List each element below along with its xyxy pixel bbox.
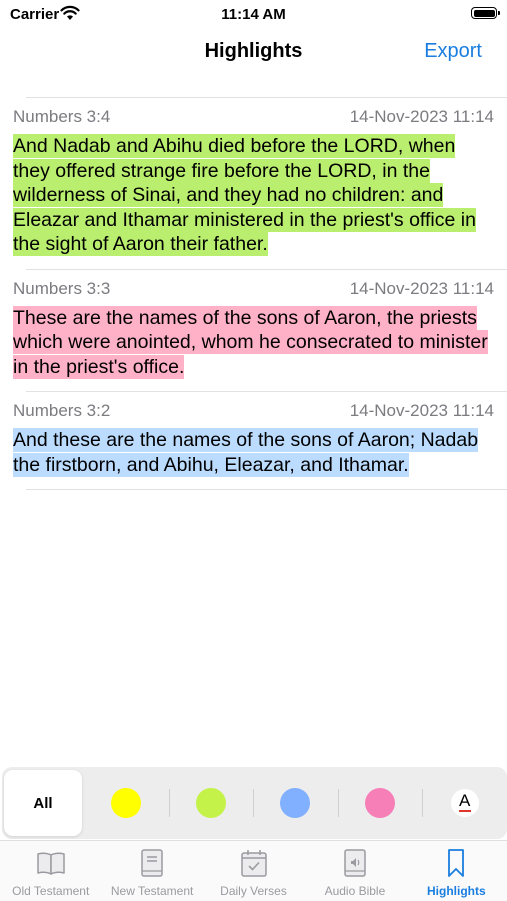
status-bar: Carrier 11:14 AM (0, 0, 507, 30)
tab-audio-bible[interactable]: Audio Bible (304, 841, 405, 901)
speaker-book-icon (344, 849, 366, 877)
highlighted-verse-text: These are the names of the sons of Aaron… (13, 305, 488, 379)
highlight-timestamp: 14-Nov-2023 11:14 (349, 401, 494, 420)
filter-pink-button[interactable] (337, 767, 423, 839)
battery-icon (471, 7, 500, 19)
color-filter-bar: All A (2, 767, 507, 839)
calendar-check-icon (240, 850, 267, 877)
export-button[interactable]: Export (424, 40, 482, 63)
filter-all-label: All (33, 794, 53, 812)
filter-all-button[interactable]: All (4, 770, 82, 836)
tab-daily-verses[interactable]: Daily Verses (203, 841, 304, 901)
tab-old-testament[interactable]: Old Testament (0, 841, 101, 901)
verse-reference: Numbers 3:3 (13, 278, 111, 298)
verse-reference: Numbers 3:4 (13, 107, 111, 126)
filter-blue-button[interactable] (253, 767, 338, 839)
tab-label: Highlights (426, 884, 486, 898)
highlight-timestamp: 14-Nov-2023 11:14 (349, 107, 494, 126)
divider (26, 489, 507, 490)
tab-label: Old Testament (12, 884, 90, 898)
filter-font-color-button[interactable]: A (422, 767, 507, 839)
filter-yellow-button[interactable] (84, 767, 169, 839)
filter-green-button[interactable] (168, 767, 254, 839)
tab-label: New Testament (110, 884, 194, 898)
blue-color-swatch (280, 788, 311, 818)
tab-highlights[interactable]: Highlights (406, 841, 507, 901)
tab-bar: Old Testament New Testament Daily Verses… (0, 840, 507, 901)
bookmark-icon (448, 849, 465, 877)
book-open-icon (36, 852, 65, 875)
green-color-swatch (195, 788, 226, 818)
highlight-item[interactable]: Numbers 3:4 14-Nov-2023 11:14 And Nadab … (0, 98, 507, 269)
highlighted-verse-text: And Nadab and Abihu died before the LORD… (13, 134, 476, 256)
clock: 11:14 AM (221, 6, 286, 23)
highlight-item[interactable]: Numbers 3:2 14-Nov-2023 11:14 And these … (0, 392, 507, 489)
tab-new-testament[interactable]: New Testament (101, 841, 202, 901)
highlighted-verse-text: And these are the names of the sons of A… (13, 428, 479, 477)
tab-label: Audio Bible (324, 884, 386, 898)
tab-label: Daily Verses (220, 884, 287, 898)
yellow-color-swatch (111, 788, 142, 818)
highlight-timestamp: 14-Nov-2023 11:14 (349, 278, 494, 298)
verse-reference: Numbers 3:2 (13, 401, 111, 420)
pink-color-swatch (365, 788, 396, 818)
book-icon (141, 849, 163, 877)
font-color-icon: A (450, 789, 479, 817)
highlights-list: Numbers 3:4 14-Nov-2023 11:14 And Nadab … (0, 97, 507, 490)
highlight-item[interactable]: Numbers 3:3 14-Nov-2023 11:14 These are … (0, 270, 507, 392)
